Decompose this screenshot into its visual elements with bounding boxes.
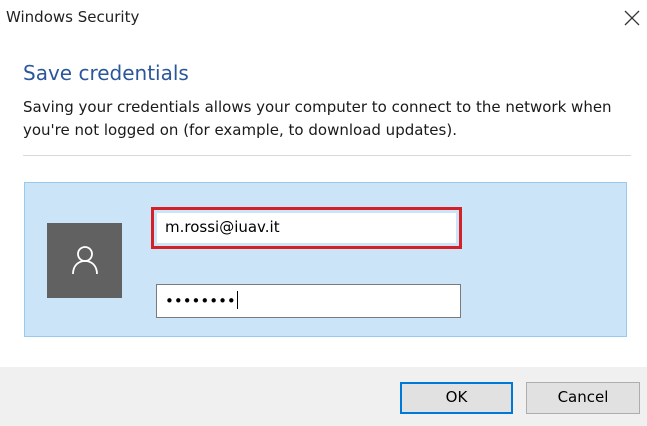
avatar	[47, 223, 122, 298]
password-value: ••••••••	[165, 292, 236, 310]
cancel-button[interactable]: Cancel	[526, 382, 640, 414]
dialog-description: Saving your credentials allows your comp…	[23, 98, 612, 139]
window-title: Windows Security	[6, 8, 140, 26]
password-field[interactable]: ••••••••	[156, 284, 461, 318]
close-button[interactable]	[618, 2, 646, 32]
close-icon	[624, 10, 640, 26]
user-icon	[72, 246, 98, 275]
text-caret	[236, 291, 238, 309]
ok-button[interactable]: OK	[400, 382, 513, 414]
divider	[23, 155, 631, 156]
dialog-heading: Save credentials	[23, 61, 189, 85]
username-field[interactable]: m.rossi@iuav.it	[157, 213, 456, 243]
